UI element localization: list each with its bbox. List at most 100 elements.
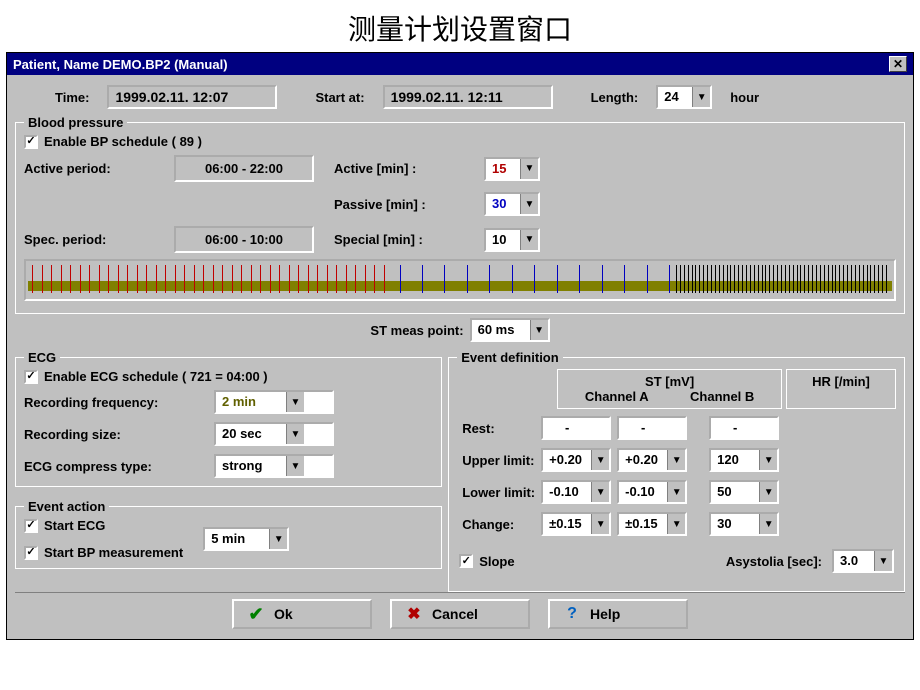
- passive-min-label: Passive [min] :: [334, 197, 484, 212]
- lower-label: Lower limit:: [461, 479, 536, 505]
- chevron-down-icon[interactable]: ▼: [520, 159, 538, 179]
- upper-ch-a-select[interactable]: +0.20▼: [541, 448, 611, 472]
- chevron-down-icon[interactable]: ▼: [520, 230, 538, 250]
- asystolia-label: Asystolia [sec]:: [726, 554, 822, 569]
- rest-ch-b-input[interactable]: -: [617, 416, 687, 440]
- chevron-down-icon[interactable]: ▼: [591, 514, 609, 534]
- lower-ch-b-select[interactable]: -0.10▼: [617, 480, 687, 504]
- rec-size-label: Recording size:: [24, 427, 214, 442]
- check-icon: ✔: [248, 604, 264, 625]
- chevron-down-icon[interactable]: ▼: [530, 320, 548, 340]
- chevron-down-icon[interactable]: ▼: [759, 482, 777, 502]
- chevron-down-icon[interactable]: ▼: [269, 529, 287, 549]
- checkbox-icon: ✓: [24, 546, 38, 560]
- start-bp-label: Start BP measurement: [44, 545, 183, 560]
- ecg-legend: ECG: [24, 350, 60, 365]
- chevron-down-icon[interactable]: ▼: [286, 424, 304, 444]
- checkbox-icon: ✓: [24, 519, 38, 533]
- special-min-value: 10: [486, 230, 520, 250]
- event-def-row-lower: Lower limit: -0.10▼ -0.10▼ 50▼: [461, 479, 780, 505]
- rest-hr-input[interactable]: -: [709, 416, 779, 440]
- change-ch-a-select[interactable]: ±0.15▼: [541, 512, 611, 536]
- question-icon: ?: [564, 605, 580, 623]
- chevron-down-icon[interactable]: ▼: [667, 482, 685, 502]
- start-ecg-checkbox[interactable]: ✓ Start ECG: [24, 518, 183, 533]
- chevron-down-icon[interactable]: ▼: [520, 194, 538, 214]
- upper-hr-select[interactable]: 120▼: [709, 448, 779, 472]
- lower-ch-a-select[interactable]: -0.10▼: [541, 480, 611, 504]
- chevron-down-icon[interactable]: ▼: [874, 551, 892, 571]
- enable-bp-checkbox[interactable]: ✓ Enable BP schedule ( 89 ): [24, 134, 896, 149]
- time-value: 1999.02.11. 12:07: [107, 85, 277, 109]
- cancel-label: Cancel: [432, 606, 478, 622]
- ecg-group: ECG ✓ Enable ECG schedule ( 721 = 04:00 …: [15, 350, 442, 487]
- st-meas-value: 60 ms: [472, 320, 530, 340]
- change-label: Change:: [461, 511, 536, 537]
- active-period-input[interactable]: 06:00 - 22:00: [174, 155, 314, 182]
- channel-a-label: Channel A: [585, 389, 649, 404]
- start-bp-checkbox[interactable]: ✓ Start BP measurement: [24, 545, 183, 560]
- enable-ecg-checkbox[interactable]: ✓ Enable ECG schedule ( 721 = 04:00 ): [24, 369, 433, 384]
- blood-pressure-group: Blood pressure ✓ Enable BP schedule ( 89…: [15, 115, 905, 314]
- event-action-group: Event action ✓ Start ECG ✓ Start BP meas…: [15, 499, 442, 569]
- special-min-select[interactable]: 10 ▼: [484, 228, 540, 252]
- upper-label: Upper limit:: [461, 447, 536, 473]
- rec-size-select[interactable]: 20 sec ▼: [214, 422, 334, 446]
- close-button[interactable]: ✕: [889, 56, 907, 72]
- event-def-row-upper: Upper limit: +0.20▼ +0.20▼ 120▼: [461, 447, 780, 473]
- page-title: 测量计划设置窗口: [0, 0, 920, 52]
- enable-bp-label: Enable BP schedule ( 89 ): [44, 134, 202, 149]
- compress-label: ECG compress type:: [24, 459, 214, 474]
- change-hr-select[interactable]: 30▼: [709, 512, 779, 536]
- checkbox-icon: ✓: [24, 370, 38, 384]
- slope-checkbox[interactable]: ✓ Slope: [459, 554, 514, 569]
- compress-select[interactable]: strong ▼: [214, 454, 334, 478]
- help-button[interactable]: ? Help: [548, 599, 688, 629]
- time-label: Time:: [55, 90, 89, 105]
- st-header: ST [mV]: [564, 374, 775, 389]
- event-definition-group: Event definition ST [mV] Channel A Chann…: [448, 350, 905, 592]
- event-action-duration-value: 5 min: [205, 529, 269, 549]
- cross-icon: ✖: [406, 604, 422, 624]
- schedule-timeline: [24, 259, 896, 301]
- rest-ch-a-input[interactable]: -: [541, 416, 611, 440]
- length-unit: hour: [730, 90, 759, 105]
- length-select[interactable]: 24 ▼: [656, 85, 712, 109]
- active-min-select[interactable]: 15 ▼: [484, 157, 540, 181]
- passive-min-select[interactable]: 30 ▼: [484, 192, 540, 216]
- active-min-value: 15: [486, 159, 520, 179]
- spec-period-label: Spec. period:: [24, 232, 174, 247]
- chevron-down-icon[interactable]: ▼: [667, 450, 685, 470]
- lower-hr-select[interactable]: 50▼: [709, 480, 779, 504]
- chevron-down-icon[interactable]: ▼: [692, 87, 710, 107]
- rec-freq-select[interactable]: 2 min ▼: [214, 390, 334, 414]
- asystolia-select[interactable]: 3.0 ▼: [832, 549, 894, 573]
- chevron-down-icon[interactable]: ▼: [591, 482, 609, 502]
- event-action-duration-select[interactable]: 5 min ▼: [203, 527, 289, 551]
- ok-button[interactable]: ✔ Ok: [232, 599, 372, 629]
- event-def-legend: Event definition: [457, 350, 563, 365]
- upper-ch-b-select[interactable]: +0.20▼: [617, 448, 687, 472]
- window-title: Patient, Name DEMO.BP2 (Manual): [13, 57, 228, 72]
- st-meas-select[interactable]: 60 ms ▼: [470, 318, 550, 342]
- chevron-down-icon[interactable]: ▼: [759, 514, 777, 534]
- change-ch-b-select[interactable]: ±0.15▼: [617, 512, 687, 536]
- chevron-down-icon[interactable]: ▼: [759, 450, 777, 470]
- chevron-down-icon[interactable]: ▼: [667, 514, 685, 534]
- hr-header: HR [/min]: [793, 374, 889, 389]
- chevron-down-icon[interactable]: ▼: [286, 456, 304, 476]
- checkbox-icon: ✓: [24, 135, 38, 149]
- event-def-row-rest: Rest: - - -: [461, 415, 780, 441]
- chevron-down-icon[interactable]: ▼: [286, 392, 304, 412]
- event-def-row-change: Change: ±0.15▼ ±0.15▼ 30▼: [461, 511, 780, 537]
- length-label: Length:: [591, 90, 639, 105]
- button-bar: ✔ Ok ✖ Cancel ? Help: [15, 592, 905, 635]
- start-at-input[interactable]: 1999.02.11. 12:11: [383, 85, 553, 109]
- passive-min-value: 30: [486, 194, 520, 214]
- chevron-down-icon[interactable]: ▼: [591, 450, 609, 470]
- st-meas-label: ST meas point:: [370, 323, 463, 338]
- compress-value: strong: [216, 456, 286, 476]
- active-period-label: Active period:: [24, 161, 174, 176]
- cancel-button[interactable]: ✖ Cancel: [390, 599, 530, 629]
- spec-period-input[interactable]: 06:00 - 10:00: [174, 226, 314, 253]
